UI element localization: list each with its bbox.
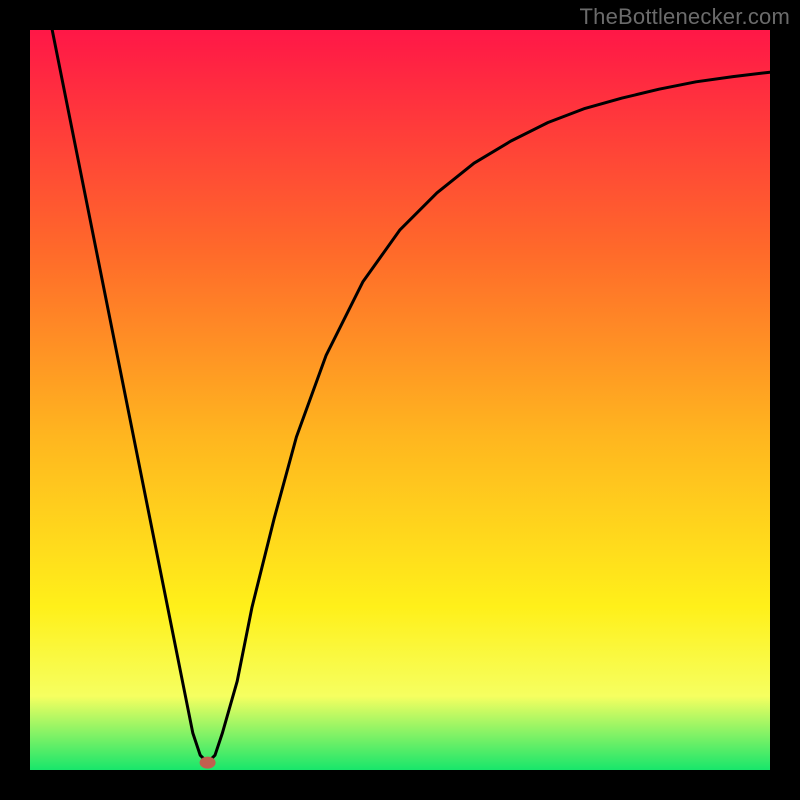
chart-frame xyxy=(30,30,770,770)
gradient-background xyxy=(30,30,770,770)
optimum-marker xyxy=(200,757,216,769)
watermark-text: TheBottlenecker.com xyxy=(580,4,790,30)
bottleneck-chart xyxy=(30,30,770,770)
